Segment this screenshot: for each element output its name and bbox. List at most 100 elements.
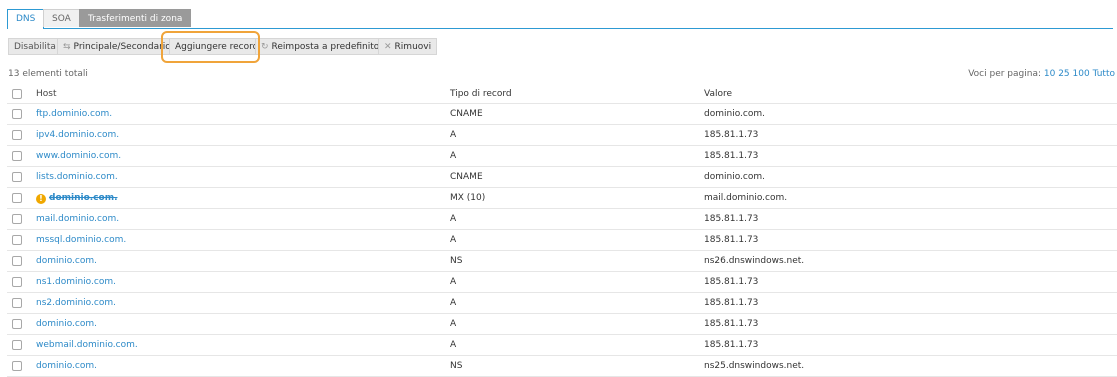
remove-label: Rimuovi xyxy=(394,42,432,52)
remove-button[interactable]: ✕ Rimuovi xyxy=(378,38,438,55)
host-link[interactable]: dominio.com. xyxy=(49,193,118,203)
per-page-25[interactable]: 25 xyxy=(1058,69,1069,79)
reset-icon: ↻ xyxy=(261,42,269,52)
value-cell: 185.81.1.73 xyxy=(704,340,759,350)
disable-button[interactable]: Disabilita xyxy=(8,38,62,55)
table-row: lists.dominio.com. CNAME dominio.com. xyxy=(7,167,1117,188)
record-type-cell: A xyxy=(450,235,457,245)
table-row: ipv4.dominio.com. A 185.81.1.73 xyxy=(7,125,1117,146)
per-page-10[interactable]: 10 xyxy=(1044,69,1055,79)
reset-default-button[interactable]: ↻ Reimposta a predefinito xyxy=(255,38,386,55)
host-link[interactable]: ftp.dominio.com. xyxy=(36,109,112,119)
host-link[interactable]: dominio.com. xyxy=(36,256,97,266)
value-cell: 185.81.1.73 xyxy=(704,214,759,224)
host-cell: webmail.dominio.com. xyxy=(36,335,138,355)
tab-zone-transfers[interactable]: Trasferimenti di zona xyxy=(79,9,192,27)
tab-dns[interactable]: DNS xyxy=(7,9,45,29)
row-checkbox[interactable] xyxy=(12,193,22,203)
host-link[interactable]: lists.dominio.com. xyxy=(36,172,118,182)
host-cell: dominio.com. xyxy=(36,356,97,376)
host-cell: dominio.com. xyxy=(36,314,97,334)
row-checkbox[interactable] xyxy=(12,256,22,266)
host-link[interactable]: mssql.dominio.com. xyxy=(36,235,126,245)
host-cell: ftp.dominio.com. xyxy=(36,104,112,124)
switch-icon: ⇆ xyxy=(63,42,71,52)
select-all-checkbox[interactable] xyxy=(12,89,22,99)
record-type-cell: A xyxy=(450,340,457,350)
table-row: www.dominio.com. A 185.81.1.73 xyxy=(7,146,1117,167)
table-row: ns1.dominio.com. A 185.81.1.73 xyxy=(7,272,1117,293)
row-checkbox[interactable] xyxy=(12,172,22,182)
record-type-cell: MX (10) xyxy=(450,193,486,203)
host-link[interactable]: mail.dominio.com. xyxy=(36,214,119,224)
host-cell: ns1.dominio.com. xyxy=(36,272,116,292)
add-record-highlight xyxy=(161,31,260,63)
row-checkbox[interactable] xyxy=(12,277,22,287)
row-checkbox[interactable] xyxy=(12,235,22,245)
record-type-cell: A xyxy=(450,151,457,161)
value-cell: 185.81.1.73 xyxy=(704,319,759,329)
per-page-all[interactable]: Tutto xyxy=(1093,69,1115,79)
host-cell: lists.dominio.com. xyxy=(36,167,118,187)
value-cell: 185.81.1.73 xyxy=(704,151,759,161)
record-type-cell: A xyxy=(450,277,457,287)
dns-records-table: Host Tipo di record Valore ftp.dominio.c… xyxy=(7,84,1117,377)
primary-secondary-button[interactable]: ⇆ Principale/Secondario xyxy=(57,38,170,55)
table-row: ns2.dominio.com. A 185.81.1.73 xyxy=(7,293,1117,314)
host-link[interactable]: dominio.com. xyxy=(36,361,97,371)
host-link[interactable]: dominio.com. xyxy=(36,319,97,329)
tab-bar: DNS SOA Trasferimenti di zona xyxy=(7,9,1113,29)
row-checkbox[interactable] xyxy=(12,319,22,329)
record-type-cell: A xyxy=(450,214,457,224)
host-link[interactable]: ns2.dominio.com. xyxy=(36,298,116,308)
value-cell: ns25.dnswindows.net. xyxy=(704,361,805,371)
table-row: ftp.dominio.com. CNAME dominio.com. xyxy=(7,104,1117,125)
row-checkbox[interactable] xyxy=(12,151,22,161)
value-cell: mail.dominio.com. xyxy=(704,193,788,203)
row-checkbox[interactable] xyxy=(12,340,22,350)
value-cell: ns26.dnswindows.net. xyxy=(704,256,805,266)
header-type[interactable]: Tipo di record xyxy=(450,84,512,104)
value-cell: dominio.com. xyxy=(704,109,765,119)
host-link[interactable]: webmail.dominio.com. xyxy=(36,340,138,350)
host-link[interactable]: ipv4.dominio.com. xyxy=(36,130,119,140)
value-cell: 185.81.1.73 xyxy=(704,235,759,245)
row-checkbox[interactable] xyxy=(12,109,22,119)
host-cell: ! dominio.com. xyxy=(36,188,118,208)
record-type-cell: A xyxy=(450,319,457,329)
table-row: mail.dominio.com. A 185.81.1.73 xyxy=(7,209,1117,230)
remove-icon: ✕ xyxy=(384,42,392,52)
row-checkbox[interactable] xyxy=(12,298,22,308)
value-cell: dominio.com. xyxy=(704,172,765,182)
table-row: dominio.com. A 185.81.1.73 xyxy=(7,314,1117,335)
value-cell: 185.81.1.73 xyxy=(704,298,759,308)
host-link[interactable]: ns1.dominio.com. xyxy=(36,277,116,287)
host-cell: dominio.com. xyxy=(36,251,97,271)
row-checkbox[interactable] xyxy=(12,361,22,371)
host-cell: mssql.dominio.com. xyxy=(36,230,126,250)
header-host[interactable]: Host xyxy=(36,84,57,104)
table-header: Host Tipo di record Valore xyxy=(7,84,1117,104)
per-page-selector: Voci per pagina: 10 25 100 Tutto xyxy=(968,69,1115,79)
row-checkbox[interactable] xyxy=(12,130,22,140)
host-cell: mail.dominio.com. xyxy=(36,209,119,229)
header-value[interactable]: Valore xyxy=(704,84,732,104)
host-cell: ipv4.dominio.com. xyxy=(36,125,119,145)
table-row: dominio.com. NS ns26.dnswindows.net. xyxy=(7,251,1117,272)
table-row: webmail.dominio.com. A 185.81.1.73 xyxy=(7,335,1117,356)
record-type-cell: CNAME xyxy=(450,109,483,119)
total-count: 13 elementi totali xyxy=(8,69,88,79)
host-link[interactable]: www.dominio.com. xyxy=(36,151,121,161)
primary-secondary-label: Principale/Secondario xyxy=(73,42,170,52)
host-cell: www.dominio.com. xyxy=(36,146,121,166)
record-type-cell: A xyxy=(450,130,457,140)
tab-soa[interactable]: SOA xyxy=(43,9,80,27)
record-type-cell: NS xyxy=(450,256,463,266)
host-cell: ns2.dominio.com. xyxy=(36,293,116,313)
table-row: ! dominio.com. MX (10) mail.dominio.com. xyxy=(7,188,1117,209)
record-type-cell: NS xyxy=(450,361,463,371)
value-cell: 185.81.1.73 xyxy=(704,130,759,140)
record-type-cell: CNAME xyxy=(450,172,483,182)
row-checkbox[interactable] xyxy=(12,214,22,224)
per-page-100[interactable]: 100 xyxy=(1073,69,1090,79)
